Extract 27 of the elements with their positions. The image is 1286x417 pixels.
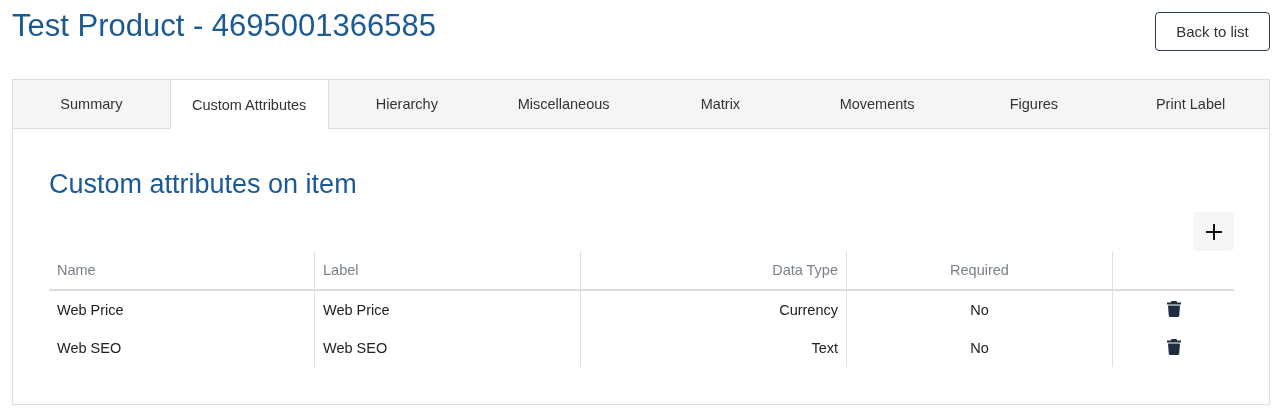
table-cell: Currency xyxy=(580,290,847,329)
table-cell: Web Price xyxy=(314,290,581,329)
section-heading: Custom attributes on item xyxy=(49,169,358,200)
page-title: Test Product - 4695001366585 xyxy=(12,8,436,44)
table-cell: Web SEO xyxy=(314,329,581,367)
column-header: Data Type xyxy=(580,251,847,290)
table-cell: Web SEO xyxy=(49,329,315,367)
table-cell: No xyxy=(846,290,1113,329)
trash-icon[interactable] xyxy=(1166,300,1181,317)
tab[interactable]: Figures xyxy=(955,80,1113,128)
table-cell: No xyxy=(846,329,1113,367)
table-cell: Text xyxy=(580,329,847,367)
add-button[interactable] xyxy=(1193,212,1234,251)
column-header: Name xyxy=(49,251,315,290)
tab[interactable]: Matrix xyxy=(642,80,799,128)
column-header: Label xyxy=(314,251,581,290)
tab[interactable]: Miscellaneous xyxy=(485,80,642,128)
table-cell: Web Price xyxy=(49,290,315,329)
back-to-list-button[interactable]: Back to list xyxy=(1155,12,1270,51)
tab[interactable]: Hierarchy xyxy=(328,80,486,128)
tab[interactable]: Print Label xyxy=(1112,80,1269,128)
tab[interactable]: Summary xyxy=(13,80,170,128)
tab[interactable]: Custom Attributes xyxy=(169,80,329,129)
column-header: Required xyxy=(846,251,1113,290)
trash-icon[interactable] xyxy=(1166,338,1181,355)
tab[interactable]: Movements xyxy=(798,80,956,128)
plus-icon xyxy=(1204,222,1223,241)
